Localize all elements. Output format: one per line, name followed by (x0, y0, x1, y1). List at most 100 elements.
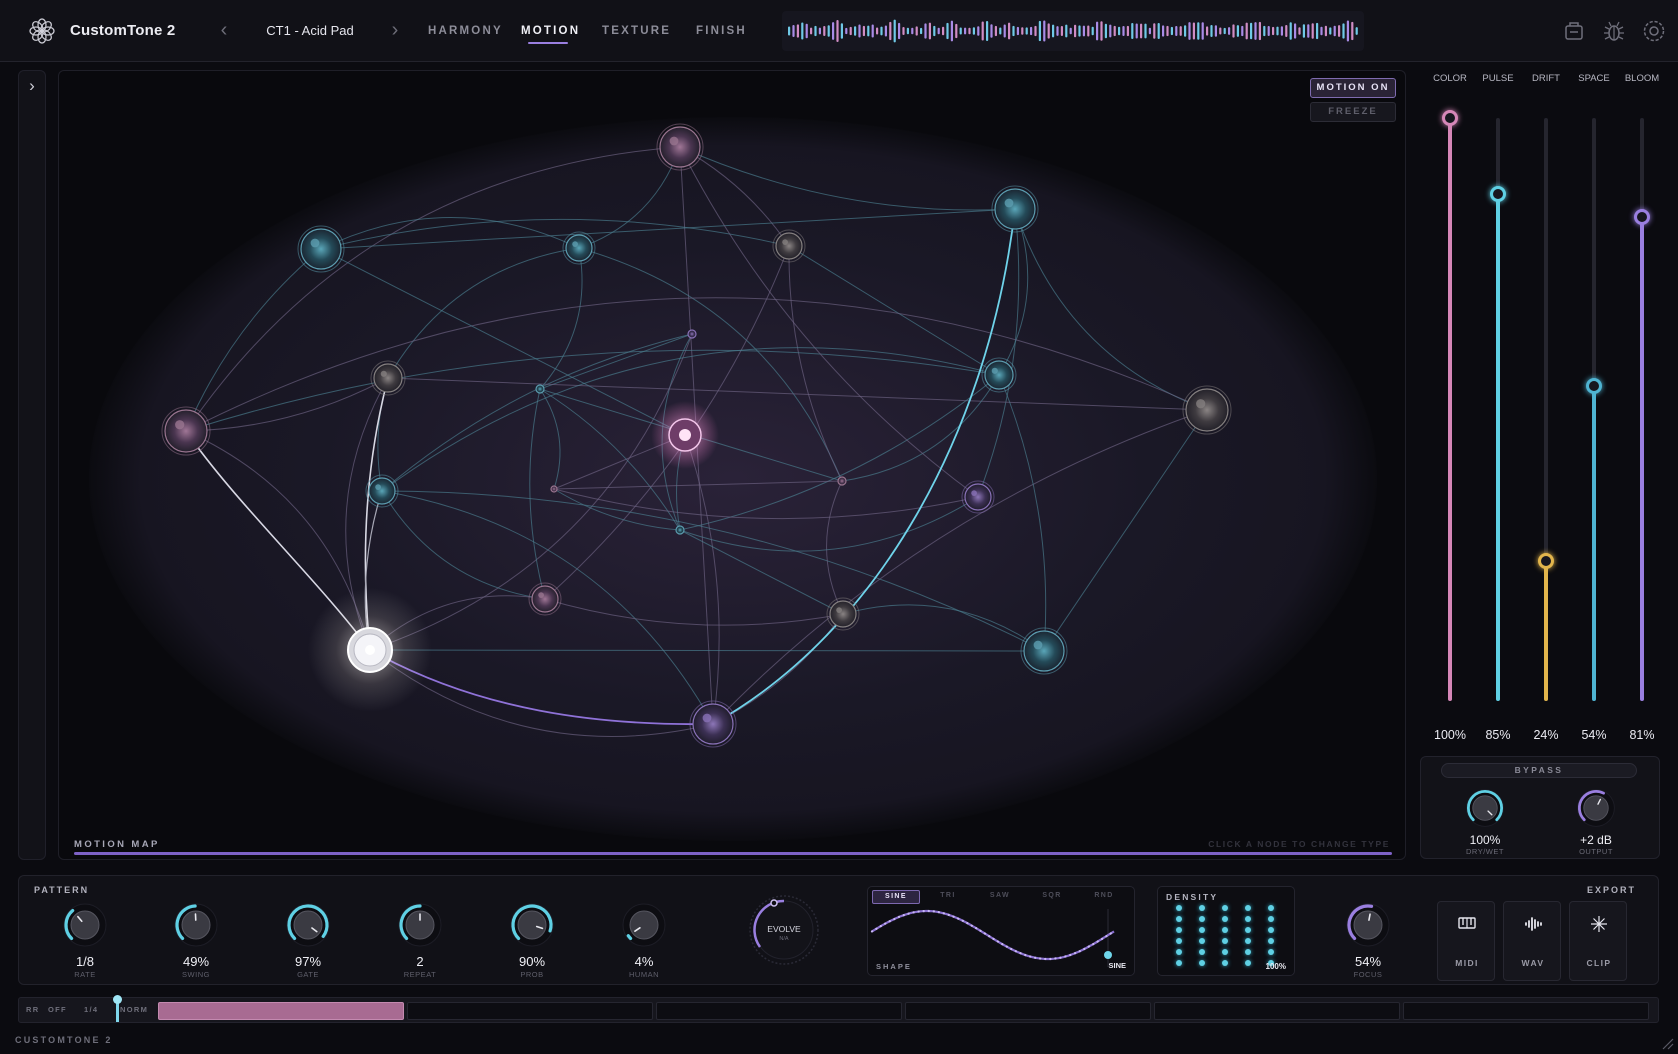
density-step[interactable] (1245, 905, 1251, 911)
tab-texture[interactable]: TEXTURE (602, 25, 671, 37)
prev-preset-chevron-left-icon[interactable]: ‹ (214, 19, 234, 42)
density-step[interactable] (1245, 927, 1251, 933)
drywet-knob[interactable] (1464, 787, 1506, 829)
output-knob[interactable] (1575, 787, 1617, 829)
slider-thumb[interactable] (1442, 110, 1458, 126)
map-node[interactable] (772, 229, 806, 263)
timeline-playhead-handle[interactable] (113, 995, 122, 1004)
bug-icon[interactable] (1601, 18, 1627, 44)
density-step[interactable] (1222, 960, 1228, 966)
map-node[interactable] (981, 357, 1017, 393)
motion-map[interactable]: MOTION ON FREEZE MOTION MAP CLICK A NODE… (58, 70, 1406, 860)
density-step[interactable] (1176, 927, 1182, 933)
density-step[interactable] (1268, 949, 1274, 955)
map-node[interactable] (656, 123, 704, 171)
bypass-button[interactable]: BYPASS (1441, 763, 1637, 778)
map-node[interactable] (297, 225, 345, 273)
density-step[interactable] (1199, 927, 1205, 933)
density-step[interactable] (1176, 916, 1182, 922)
tab-motion[interactable]: MOTION (521, 25, 580, 37)
density-step[interactable] (1222, 927, 1228, 933)
map-node[interactable] (826, 597, 860, 631)
density-step[interactable] (1222, 916, 1228, 922)
density-step[interactable] (1245, 960, 1251, 966)
density-step[interactable] (1268, 938, 1274, 944)
timeline-rr-toggle[interactable]: RR (26, 1005, 39, 1014)
map-node[interactable] (535, 384, 545, 394)
density-step[interactable] (1176, 905, 1182, 911)
density-step[interactable] (1268, 905, 1274, 911)
density-step[interactable] (1199, 938, 1205, 944)
map-node[interactable] (837, 476, 847, 486)
density-step[interactable] (1199, 960, 1205, 966)
timeline-segment-6[interactable] (1403, 1002, 1649, 1020)
map-node[interactable] (651, 401, 719, 469)
slider-track[interactable] (1634, 118, 1650, 701)
human-knob[interactable] (620, 901, 668, 949)
export-wav-button[interactable]: WAV (1503, 901, 1561, 981)
motion-map-graph[interactable] (59, 71, 1406, 860)
map-node[interactable] (365, 474, 399, 508)
map-node[interactable] (161, 406, 211, 456)
repeat-knob[interactable] (396, 901, 444, 949)
density-step[interactable] (1245, 949, 1251, 955)
slider-track[interactable] (1586, 118, 1602, 701)
density-step[interactable] (1268, 916, 1274, 922)
next-preset-chevron-right-icon[interactable]: › (385, 19, 405, 42)
prob-knob[interactable] (508, 901, 556, 949)
slider-track[interactable] (1538, 118, 1554, 701)
freeze-button[interactable]: FREEZE (1310, 102, 1396, 122)
density-grid[interactable] (1170, 905, 1278, 966)
expand-panel-chevron-right-icon[interactable]: › (23, 76, 41, 98)
density-step[interactable] (1199, 949, 1205, 955)
focus-knob[interactable] (1344, 901, 1392, 949)
motion-on-button[interactable]: MOTION ON (1310, 78, 1396, 98)
timeline-segment-3[interactable] (656, 1002, 902, 1020)
slider-track[interactable] (1490, 118, 1506, 701)
preset-name[interactable]: CT1 - Acid Pad (260, 23, 360, 38)
swing-knob[interactable] (172, 901, 220, 949)
density-step[interactable] (1245, 916, 1251, 922)
density-step[interactable] (1222, 949, 1228, 955)
export-midi-button[interactable]: MIDI (1437, 901, 1495, 981)
map-node[interactable] (1020, 627, 1068, 675)
timeline-segment-4[interactable] (905, 1002, 1151, 1020)
density-step[interactable] (1268, 927, 1274, 933)
timeline-segment-2[interactable] (407, 1002, 653, 1020)
map-node[interactable] (528, 582, 562, 616)
tab-harmony[interactable]: HARMONY (428, 25, 503, 37)
tab-finish[interactable]: FINISH (696, 25, 747, 37)
map-node[interactable] (1182, 385, 1232, 435)
timeline-mode[interactable]: NORM (120, 1005, 148, 1014)
map-node[interactable] (308, 588, 432, 712)
density-step[interactable] (1199, 916, 1205, 922)
slider-thumb[interactable] (1634, 209, 1650, 226)
settings-icon[interactable] (1641, 18, 1667, 44)
timeline-segment-5[interactable] (1154, 1002, 1400, 1020)
map-node[interactable] (689, 700, 737, 748)
density-step[interactable] (1222, 938, 1228, 944)
map-node[interactable] (675, 525, 685, 535)
slider-thumb[interactable] (1490, 185, 1506, 202)
map-node[interactable] (687, 329, 697, 339)
save-icon[interactable] (1561, 18, 1587, 44)
timeline-segment-1[interactable] (158, 1002, 404, 1020)
map-node[interactable] (370, 360, 406, 396)
map-node[interactable] (562, 231, 596, 265)
map-node[interactable] (550, 485, 558, 493)
density-step[interactable] (1245, 938, 1251, 944)
slider-track[interactable] (1442, 110, 1458, 701)
gate-knob[interactable] (284, 901, 332, 949)
density-step[interactable] (1176, 938, 1182, 944)
timeline-division[interactable]: 1/4 (84, 1005, 98, 1014)
export-clip-button[interactable]: CLIP (1569, 901, 1627, 981)
slider-thumb[interactable] (1538, 553, 1554, 570)
rate-knob[interactable] (61, 901, 109, 949)
density-step[interactable] (1222, 905, 1228, 911)
map-node[interactable] (991, 185, 1039, 233)
density-step[interactable] (1176, 960, 1182, 966)
slider-thumb[interactable] (1586, 378, 1602, 395)
resize-grip-icon[interactable] (1658, 1034, 1674, 1050)
density-step[interactable] (1199, 905, 1205, 911)
density-step[interactable] (1176, 949, 1182, 955)
